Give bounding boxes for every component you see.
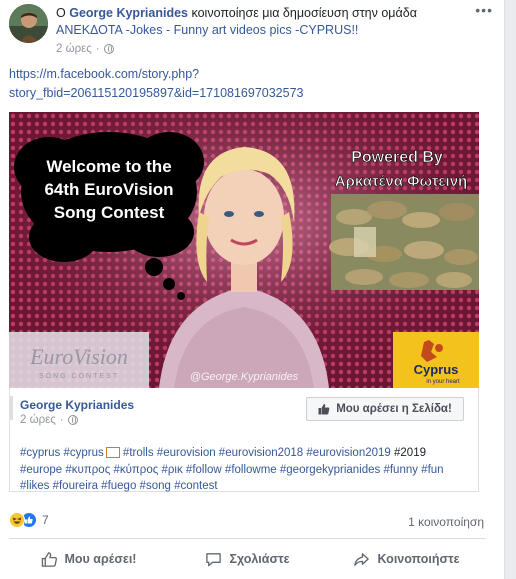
eurovision-logo: EuroVision <box>29 344 128 369</box>
header-action-text: κοινοποίησε μια δημοσίευση στην ομάδα <box>191 6 417 20</box>
reaction-count[interactable]: 7 <box>42 513 49 527</box>
author-link[interactable]: George Kyprianides <box>69 6 188 20</box>
shared-post-card: George Kyprianides 2 ώρες · Μου αρέσει η… <box>9 388 479 492</box>
cyprus-logo: Cyprus <box>414 362 459 377</box>
reactions-summary[interactable]: 7 <box>9 512 49 528</box>
actions-divider <box>9 538 486 539</box>
more-options-icon[interactable]: ••• <box>475 2 493 18</box>
powered-by-name: Αρκατένα Φωτεινή <box>335 173 467 190</box>
group-link[interactable]: ΑΝΕΚΔΟΤΑ -Jokes - Funny art videos pics … <box>56 23 358 37</box>
post-actions: Μου αρέσει! Σχολιάστε Κοινοποιήστε <box>9 540 486 578</box>
share-arrow-icon <box>354 552 370 566</box>
shared-image[interactable]: Welcome to the 64th EuroVision Song Cont… <box>9 112 479 388</box>
hashtag-links-1b[interactable]: #trolls #eurovision #eurovision2018 #eur… <box>120 447 391 459</box>
card-author-link[interactable]: George Kyprianides <box>20 398 134 412</box>
share-count[interactable]: 1 κοινοποίηση <box>408 515 484 529</box>
story-link[interactable]: https://m.facebook.com/story.php?story_f… <box>9 65 489 103</box>
thumbs-up-icon <box>41 551 57 567</box>
thumbs-up-icon <box>318 404 330 415</box>
card-meta: 2 ώρες · <box>20 414 78 426</box>
hashtag-links-3[interactable]: #likes #foureira #fuego #song #contest <box>20 480 218 492</box>
like-label: Μου αρέσει! <box>64 552 137 566</box>
globe-icon[interactable] <box>103 44 114 54</box>
eurovision-logo-sub: SONG CONTEST <box>39 373 119 380</box>
avatar-image <box>9 4 48 43</box>
hashtag-links-1[interactable]: #cyprus #cyprus <box>20 447 104 459</box>
like-page-label: Μου αρέσει η Σελίδα! <box>336 403 452 415</box>
feed-post: Ο George Kyprianides κοινοποίησε μια δημ… <box>0 0 504 579</box>
post-time[interactable]: 2 ώρες <box>56 43 92 55</box>
powered-by-text: Powered By <box>351 149 443 166</box>
avatar[interactable] <box>9 4 48 43</box>
image-watermark: @George.Kyprianides <box>190 371 299 383</box>
eurovision-meme-image: Welcome to the 64th EuroVision Song Cont… <box>9 112 479 388</box>
header-prefix: Ο <box>56 6 66 20</box>
card-accent-bar <box>10 396 13 420</box>
comment-icon <box>206 552 222 566</box>
bubble-text-3: Song Contest <box>54 203 165 222</box>
card-meta-separator: · <box>59 414 64 426</box>
share-label: Κοινοποιήστε <box>377 552 460 566</box>
post-header: Ο George Kyprianides κοινοποίησε μια δημ… <box>9 2 492 56</box>
card-time[interactable]: 2 ώρες <box>20 414 56 426</box>
like-page-button[interactable]: Μου αρέσει η Σελίδα! <box>306 397 464 421</box>
flag-emoji-icon <box>105 447 120 459</box>
post-meta: 2 ώρες · <box>56 43 114 55</box>
share-button[interactable]: Κοινοποιήστε <box>327 540 486 578</box>
haha-reaction-icon <box>9 512 25 528</box>
hashtags: #cyprus #cyprus #trolls #eurovision #eur… <box>20 445 475 495</box>
comment-button[interactable]: Σχολιάστε <box>168 540 327 578</box>
like-button[interactable]: Μου αρέσει! <box>9 540 168 578</box>
globe-icon[interactable] <box>67 415 78 425</box>
cyprus-logo-tagline: in your heart <box>426 379 460 385</box>
comment-label: Σχολιάστε <box>229 552 290 566</box>
post-header-text: Ο George Kyprianides κοινοποίησε μια δημ… <box>56 5 461 39</box>
meta-separator: · <box>95 43 100 55</box>
page-scroll-edge <box>504 0 516 579</box>
bubble-text-2: 64th EuroVision <box>44 180 173 199</box>
bubble-text-1: Welcome to the <box>46 157 171 176</box>
hashtag-plain: #2019 <box>390 447 426 459</box>
hashtag-links-2[interactable]: #europe #κυπρος #κύπρος #ρικ #follow #fo… <box>20 464 444 476</box>
